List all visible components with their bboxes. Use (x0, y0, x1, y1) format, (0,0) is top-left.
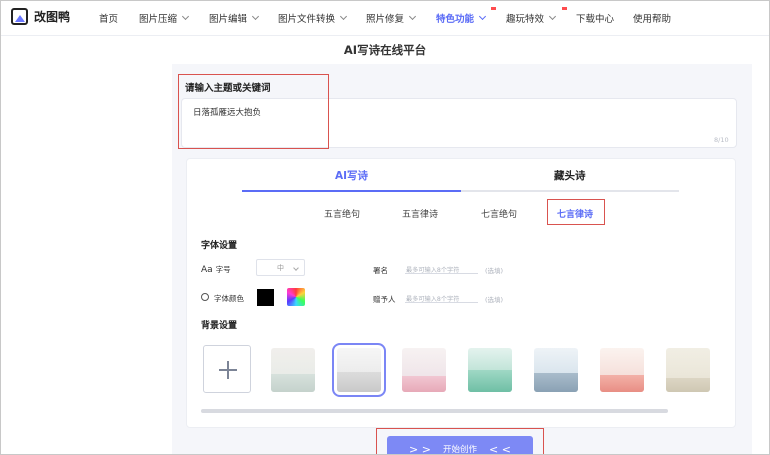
background-thumbnail-1[interactable] (271, 348, 315, 392)
nav-label: 图片压缩 (139, 14, 178, 25)
nav-item-convert[interactable]: 图片文件转换 (278, 11, 348, 25)
font-size-icon: Aa (201, 265, 213, 275)
gift-optional: (选填) (485, 296, 504, 304)
chevron-down-icon (181, 12, 190, 21)
color-swatch-black[interactable] (257, 289, 274, 306)
tab-ai-poem[interactable]: AI写诗 (335, 168, 368, 183)
nav-label: 图片文件转换 (278, 14, 336, 25)
nav-label: 使用帮助 (633, 14, 672, 25)
signature-optional: (选填) (485, 267, 504, 275)
nav-item-features[interactable]: 特色功能 (436, 11, 487, 25)
nav-item-fun-effects[interactable]: 趣玩特效 (506, 11, 557, 25)
gift-label: 赠予人 (373, 295, 396, 304)
tab-indicator (242, 190, 461, 192)
top-nav: 改图鸭 首页 图片压缩 图片编辑 图片文件转换 照片修复 特色功能 趣玩特效 下… (0, 0, 770, 36)
signature-label: 署名 (373, 266, 388, 275)
highlight-box (376, 428, 544, 455)
page-title: AI写诗在线平台 (343, 43, 427, 57)
nav-label: 趣玩特效 (506, 14, 545, 25)
font-size-label: 字号 (215, 265, 231, 274)
chevron-down-icon (293, 265, 299, 271)
gift-placeholder: 最多可输入8个字符 (406, 296, 460, 303)
subtab-five-quatrain[interactable]: 五言绝句 (324, 207, 360, 220)
background-thumbnail-5[interactable] (534, 348, 578, 392)
chevron-down-icon (548, 12, 557, 21)
chevron-down-icon (339, 12, 348, 21)
char-counter: 8/10 (714, 136, 729, 144)
nav-label: 照片修复 (366, 14, 405, 25)
nav-item-compress[interactable]: 图片压缩 (139, 11, 190, 25)
background-thumbnail-2-selected[interactable] (332, 343, 386, 397)
font-size-value: 中 (277, 264, 284, 272)
color-picker-icon[interactable] (287, 288, 305, 306)
nav-item-help[interactable]: 使用帮助 (633, 11, 671, 25)
nav-label: 下载中心 (576, 14, 615, 25)
nav-item-download[interactable]: 下载中心 (576, 11, 614, 25)
nav-item-repair[interactable]: 照片修复 (366, 11, 417, 25)
background-thumbnail-3[interactable] (402, 348, 446, 392)
highlight-box (178, 74, 329, 149)
nav-item-home[interactable]: 首页 (99, 11, 118, 25)
palette-icon (201, 293, 209, 301)
font-size-label-row: Aa 字号 (201, 264, 231, 275)
hot-badge (562, 7, 567, 10)
add-background-button[interactable] (203, 345, 251, 393)
chevron-down-icon (408, 12, 417, 21)
chevron-down-icon (251, 12, 260, 21)
subtab-five-regulated[interactable]: 五言律诗 (402, 207, 438, 220)
hot-badge (491, 7, 496, 10)
logo-icon (11, 8, 28, 25)
background-thumbnail-6[interactable] (600, 348, 644, 392)
highlight-box (547, 199, 605, 225)
background-scrollbar[interactable] (201, 409, 668, 413)
logo-text: 改图鸭 (34, 10, 71, 24)
tab-divider (461, 190, 679, 192)
subtab-seven-quatrain[interactable]: 七言绝句 (481, 207, 517, 220)
font-color-label: 字体颜色 (214, 294, 244, 303)
signature-placeholder: 最多可输入8个字符 (406, 267, 460, 274)
nav-label: 图片编辑 (209, 14, 248, 25)
background-thumbnail-4[interactable] (468, 348, 512, 392)
background-thumbnail-7[interactable] (666, 348, 710, 392)
tab-acrostic-poem[interactable]: 藏头诗 (554, 168, 586, 183)
nav-item-edit[interactable]: 图片编辑 (209, 11, 260, 25)
nav-label: 首页 (99, 14, 119, 25)
logo[interactable]: 改图鸭 (11, 8, 70, 25)
chevron-down-icon (478, 12, 487, 21)
nav-label: 特色功能 (436, 14, 475, 25)
font-settings-title: 字体设置 (201, 241, 238, 251)
background-settings-title: 背景设置 (201, 321, 238, 331)
